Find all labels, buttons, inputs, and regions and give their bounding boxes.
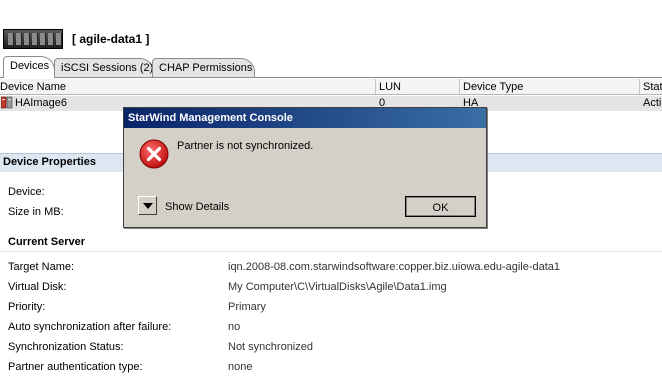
- virtual-disk-label: Virtual Disk:: [8, 281, 67, 293]
- server-icon: [3, 29, 63, 49]
- target-name-value: iqn.2008-08.com.starwindsoftware:copper.…: [228, 261, 561, 273]
- tab-iscsi-sessions[interactable]: iSCSI Sessions (2): [54, 58, 154, 77]
- tab-chap-permissions[interactable]: CHAP Permissions: [152, 58, 255, 77]
- device-name-cell: HAImage6: [15, 97, 67, 109]
- ha-disk-icon: [1, 96, 13, 109]
- show-details-label[interactable]: Show Details: [165, 201, 229, 213]
- show-details-button[interactable]: [138, 196, 157, 215]
- column-device-name[interactable]: Device Name: [0, 81, 66, 93]
- sync-status-label: Synchronization Status:: [8, 341, 124, 353]
- target-name-label: Target Name:: [8, 261, 75, 273]
- chevron-down-icon: [143, 203, 153, 209]
- tab-devices[interactable]: Devices: [3, 56, 55, 78]
- sync-status-value: Not synchronized: [228, 341, 313, 353]
- device-label: Device:: [8, 186, 45, 198]
- partner-auth-label: Partner authentication type:: [8, 361, 143, 373]
- column-device-type[interactable]: Device Type: [463, 81, 523, 93]
- column-lun[interactable]: LUN: [379, 81, 401, 93]
- device-status-cell: Acti: [643, 97, 662, 109]
- virtual-disk-value: My Computer\C\VirtualDisks\Agile\Data1.i…: [228, 281, 447, 293]
- dialog-message: Partner is not synchronized.: [177, 140, 314, 152]
- priority-label: Priority:: [8, 301, 46, 313]
- ok-button[interactable]: OK: [405, 196, 476, 217]
- properties-title: Device Properties: [3, 156, 96, 168]
- partner-auth-value: none: [228, 361, 253, 373]
- priority-value: Primary: [228, 301, 266, 313]
- auto-sync-label: Auto synchronization after failure:: [8, 321, 172, 333]
- section-divider: [0, 251, 662, 252]
- auto-sync-value: no: [228, 321, 241, 333]
- error-dialog: StarWind Management Console Partner is n…: [123, 107, 487, 228]
- error-icon: [139, 139, 169, 169]
- current-server-title: Current Server: [8, 236, 86, 248]
- device-list-header: Device Name LUN Device Type Stat: [0, 79, 662, 95]
- tab-divider: [0, 77, 662, 78]
- server-title: [ agile-data1 ]: [72, 32, 150, 46]
- dialog-title[interactable]: StarWind Management Console: [124, 108, 486, 128]
- column-status[interactable]: Stat: [643, 81, 662, 93]
- tab-bar: Devices iSCSI Sessions (2) CHAP Permissi…: [0, 56, 662, 78]
- size-label: Size in MB:: [8, 206, 64, 218]
